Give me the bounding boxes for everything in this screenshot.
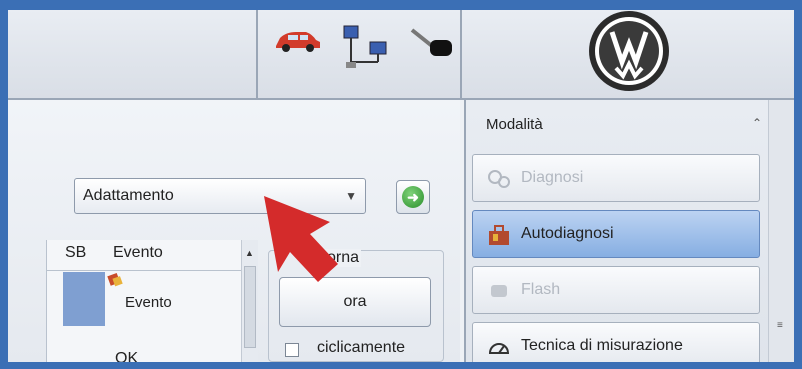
application-window: Adattamento ▼ ➜ SB Evento Evento OK ▲ or… xyxy=(8,10,794,362)
chip-icon xyxy=(491,285,507,297)
table-scrollbar[interactable]: ▲ xyxy=(241,240,258,362)
mode-panel-title: Modalità xyxy=(486,116,543,133)
network-icon[interactable] xyxy=(340,24,392,70)
toolbox-icon xyxy=(489,225,509,245)
event-table: SB Evento Evento OK ▲ xyxy=(46,240,258,362)
go-button[interactable]: ➜ xyxy=(396,180,430,214)
vw-logo xyxy=(589,11,669,91)
grip-icon[interactable]: ≡ xyxy=(777,320,783,331)
column-header-evento[interactable]: Evento xyxy=(113,244,163,270)
ora-button[interactable]: ora xyxy=(279,277,431,327)
tecnica-misurazione-label: Tecnica di misurazione xyxy=(521,337,683,354)
mode-panel-scrollbar[interactable]: ≡ xyxy=(768,100,794,362)
tecnica-misurazione-button[interactable]: Tecnica di misurazione xyxy=(472,322,760,362)
mode-panel: Modalità ⌃ Diagnosi Autodiagnosi Flash T… xyxy=(464,100,794,362)
event-flag-icon xyxy=(107,272,123,287)
header-divider xyxy=(47,270,241,271)
autodiagnosi-label: Autodiagnosi xyxy=(521,225,614,242)
key-icon[interactable] xyxy=(408,26,454,60)
flash-label: Flash xyxy=(521,281,561,298)
diagnosi-label: Diagnosi xyxy=(521,169,584,186)
collapse-icon[interactable]: ⌃ xyxy=(752,116,762,130)
cyclic-checkbox[interactable] xyxy=(285,343,299,357)
red-pointer-arrow xyxy=(264,196,338,282)
stethoscope-icon xyxy=(488,170,510,188)
dropdown-value: Adattamento xyxy=(83,187,174,204)
gauge-icon xyxy=(488,343,510,354)
left-panel: Adattamento ▼ ➜ SB Evento Evento OK ▲ or… xyxy=(8,100,460,362)
column-header-sb[interactable]: SB xyxy=(65,244,86,270)
flash-button[interactable]: Flash xyxy=(472,266,760,314)
autodiagnosi-button[interactable]: Autodiagnosi xyxy=(472,210,760,258)
toolbar-header xyxy=(8,10,794,100)
scroll-thumb[interactable] xyxy=(244,266,256,348)
arrow-right-icon: ➜ xyxy=(402,186,424,208)
car-icon[interactable] xyxy=(272,28,324,54)
header-separator xyxy=(460,10,462,98)
table-row[interactable]: Evento xyxy=(125,294,172,311)
diagnosi-button[interactable]: Diagnosi xyxy=(472,154,760,202)
scroll-up-icon[interactable]: ▲ xyxy=(245,248,254,258)
selected-sb-cell[interactable] xyxy=(63,272,105,326)
chevron-down-icon[interactable]: ▼ xyxy=(345,179,357,213)
checkbox-label: ciclicamente xyxy=(317,339,406,356)
header-separator xyxy=(256,10,258,98)
table-row[interactable]: OK xyxy=(115,350,138,362)
